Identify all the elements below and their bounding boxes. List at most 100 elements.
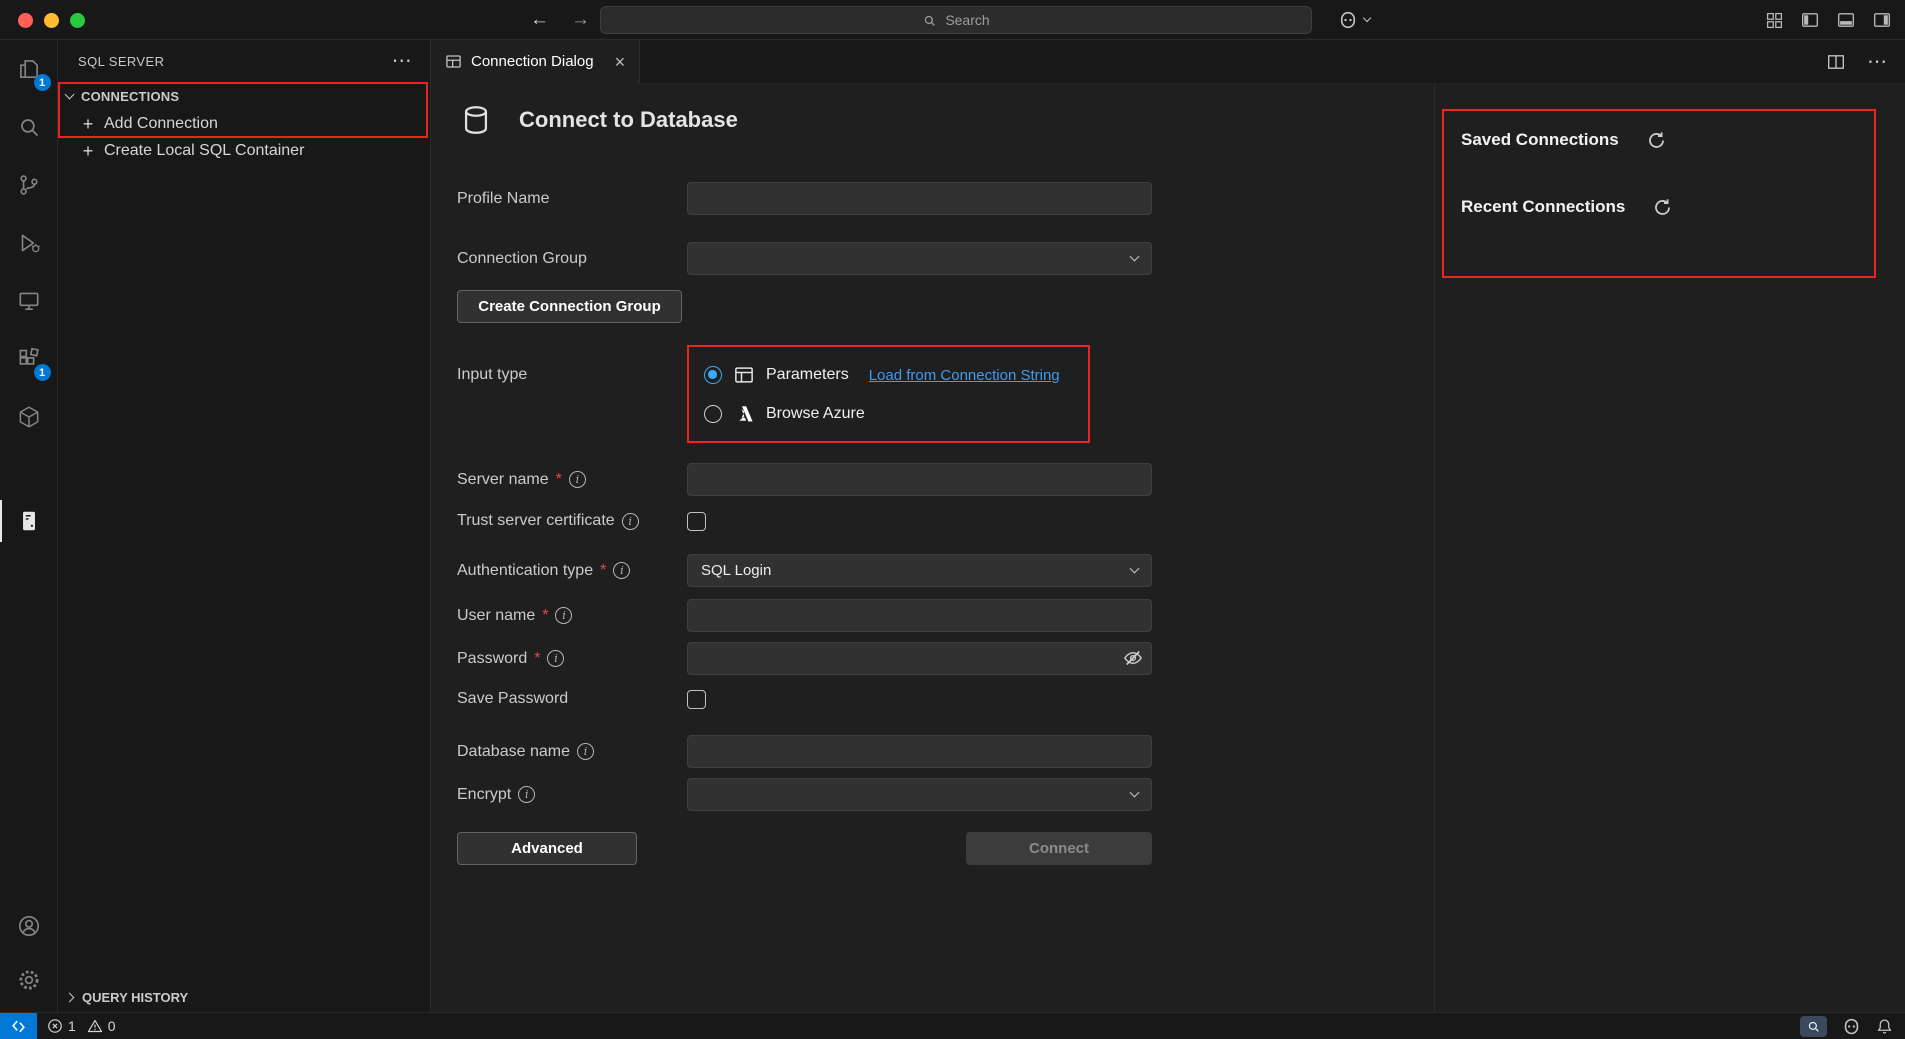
user-name-row: User name* i bbox=[457, 599, 1152, 632]
toggle-password-visibility-icon[interactable] bbox=[1123, 648, 1143, 668]
copilot-status-icon[interactable] bbox=[1842, 1017, 1861, 1036]
connections-section-header[interactable]: CONNECTIONS bbox=[58, 82, 430, 110]
main-region: 1 1 bbox=[0, 40, 1905, 1012]
advanced-button[interactable]: Advanced bbox=[457, 832, 637, 865]
encrypt-row: Encrypt i bbox=[457, 778, 1152, 811]
label-text: Server name bbox=[457, 471, 549, 489]
connection-form: Connect to Database Profile Name Connect… bbox=[431, 83, 1434, 1012]
create-local-sql-container-item[interactable]: + Create Local SQL Container bbox=[58, 137, 430, 164]
info-icon[interactable]: i bbox=[569, 471, 586, 488]
required-marker: * bbox=[600, 562, 606, 580]
info-icon[interactable]: i bbox=[555, 607, 572, 624]
query-history-section-header[interactable]: QUERY HISTORY bbox=[58, 983, 430, 1012]
profile-name-input[interactable] bbox=[687, 182, 1152, 215]
activity-containers-button[interactable] bbox=[0, 388, 58, 446]
info-icon[interactable]: i bbox=[613, 562, 630, 579]
gear-icon bbox=[16, 967, 42, 993]
notifications-bell-icon[interactable] bbox=[1876, 1018, 1893, 1035]
activity-source-control-button[interactable] bbox=[0, 156, 58, 214]
connect-button[interactable]: Connect bbox=[966, 832, 1152, 865]
command-center-search[interactable]: Search bbox=[600, 6, 1312, 34]
activity-run-debug-button[interactable] bbox=[0, 214, 58, 272]
password-input[interactable] bbox=[687, 642, 1152, 675]
activity-explorer-button[interactable]: 1 bbox=[0, 40, 58, 98]
minimize-window-button[interactable] bbox=[44, 13, 59, 28]
profile-name-row: Profile Name bbox=[457, 182, 1152, 215]
zoom-status-button[interactable] bbox=[1800, 1016, 1827, 1037]
add-connection-item[interactable]: + Add Connection bbox=[58, 110, 430, 137]
profile-name-label: Profile Name bbox=[457, 190, 687, 208]
database-icon bbox=[459, 103, 493, 137]
activity-bar: 1 1 bbox=[0, 40, 58, 1012]
tab-bar: Connection Dialog × ⋯ bbox=[431, 40, 1905, 83]
sidebar: SQL SERVER ⋯ CONNECTIONS + Add Connectio… bbox=[58, 40, 431, 1012]
close-tab-icon[interactable]: × bbox=[615, 53, 626, 71]
remote-explorer-icon bbox=[16, 288, 42, 314]
warning-icon bbox=[87, 1018, 103, 1034]
database-name-input[interactable] bbox=[687, 735, 1152, 768]
settings-button[interactable] bbox=[0, 953, 58, 1007]
save-password-row: Save Password bbox=[457, 686, 706, 712]
search-placeholder: Search bbox=[945, 12, 989, 28]
user-name-input[interactable] bbox=[687, 599, 1152, 632]
parameters-radio[interactable] bbox=[704, 366, 722, 384]
sidebar-more-actions-icon[interactable]: ⋯ bbox=[392, 51, 412, 71]
label-text: Connection Group bbox=[457, 250, 587, 268]
problems-indicator[interactable]: 1 0 bbox=[47, 1018, 122, 1034]
customize-layout-icon[interactable] bbox=[1766, 12, 1783, 29]
activity-extensions-button[interactable]: 1 bbox=[0, 330, 58, 388]
toggle-primary-sidebar-icon[interactable] bbox=[1801, 11, 1819, 29]
back-icon[interactable]: ← bbox=[530, 9, 549, 31]
activity-remote-explorer-button[interactable] bbox=[0, 272, 58, 330]
browse-azure-radio[interactable] bbox=[704, 405, 722, 423]
trust-server-certificate-checkbox[interactable] bbox=[687, 512, 706, 531]
connection-group-row: Connection Group bbox=[457, 242, 1152, 275]
trust-certificate-label: Trust server certificate i bbox=[457, 512, 687, 530]
save-password-label: Save Password bbox=[457, 690, 687, 708]
activity-bar-bottom bbox=[0, 899, 58, 1012]
server-name-input[interactable] bbox=[687, 463, 1152, 496]
input-type-parameters-option[interactable]: Parameters Load from Connection String bbox=[704, 362, 1088, 388]
required-marker: * bbox=[542, 607, 548, 625]
authentication-type-select[interactable]: SQL Login bbox=[687, 554, 1152, 587]
activity-sql-server-button[interactable] bbox=[0, 492, 58, 550]
close-window-button[interactable] bbox=[18, 13, 33, 28]
database-name-label: Database name i bbox=[457, 743, 687, 761]
database-name-row: Database name i bbox=[457, 735, 1152, 768]
maximize-window-button[interactable] bbox=[70, 13, 85, 28]
activity-search-button[interactable] bbox=[0, 98, 58, 156]
copilot-menu-button[interactable] bbox=[1338, 0, 1370, 40]
save-password-checkbox[interactable] bbox=[687, 690, 706, 709]
layout-controls bbox=[1766, 0, 1891, 40]
info-icon[interactable]: i bbox=[577, 743, 594, 760]
refresh-recent-connections-icon[interactable] bbox=[1653, 198, 1672, 217]
create-connection-group-button[interactable]: Create Connection Group bbox=[457, 290, 682, 323]
vscode-window: ← → Search 1 bbox=[0, 0, 1905, 1039]
chevron-down-icon bbox=[65, 89, 75, 99]
connection-group-select[interactable] bbox=[687, 242, 1152, 275]
info-icon[interactable]: i bbox=[622, 513, 639, 530]
info-icon[interactable]: i bbox=[518, 786, 535, 803]
history-navigation: ← → bbox=[530, 0, 590, 40]
forward-icon[interactable]: → bbox=[571, 9, 590, 31]
toggle-panel-icon[interactable] bbox=[1837, 11, 1855, 29]
titlebar: ← → Search bbox=[0, 0, 1905, 40]
load-from-connection-string-link[interactable]: Load from Connection String bbox=[869, 367, 1060, 384]
error-icon bbox=[47, 1018, 63, 1034]
query-history-label: QUERY HISTORY bbox=[82, 990, 188, 1005]
accounts-button[interactable] bbox=[0, 899, 58, 953]
label-text: Database name bbox=[457, 743, 570, 761]
copilot-icon bbox=[1338, 10, 1358, 30]
refresh-saved-connections-icon[interactable] bbox=[1647, 131, 1666, 150]
split-editor-icon[interactable] bbox=[1827, 53, 1845, 71]
tab-connection-dialog[interactable]: Connection Dialog × bbox=[431, 40, 640, 83]
encrypt-select[interactable] bbox=[687, 778, 1152, 811]
connections-section-label: CONNECTIONS bbox=[81, 89, 179, 104]
search-icon bbox=[922, 13, 937, 28]
editor-more-actions-icon[interactable]: ⋯ bbox=[1867, 52, 1887, 72]
info-icon[interactable]: i bbox=[547, 650, 564, 667]
plus-icon: + bbox=[80, 142, 96, 160]
toggle-secondary-sidebar-icon[interactable] bbox=[1873, 11, 1891, 29]
input-type-browse-azure-option[interactable]: Browse Azure bbox=[704, 401, 1088, 427]
remote-indicator[interactable] bbox=[0, 1013, 37, 1039]
